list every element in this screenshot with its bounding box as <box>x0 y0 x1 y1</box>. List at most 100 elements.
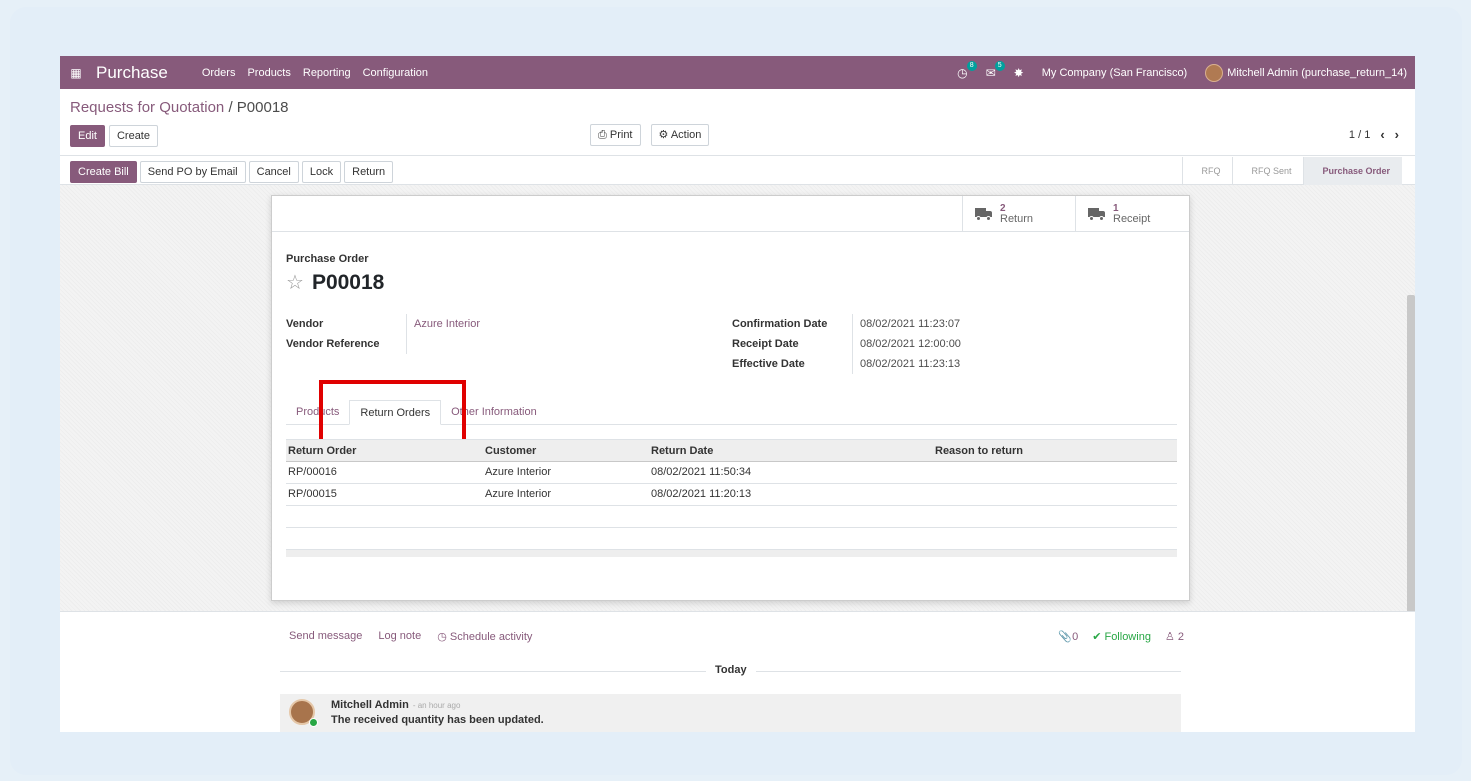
receipt-label: Receipt <box>1113 212 1151 225</box>
activity-clock-icon[interactable]: ◷ 8 <box>957 60 977 80</box>
vendor-value[interactable]: Azure Interior <box>406 314 480 334</box>
breadcrumb: Requests for Quotation / P00018 <box>70 99 289 116</box>
action-button[interactable]: ⚙ Action <box>650 124 710 146</box>
breadcrumb-current: P00018 <box>236 99 289 116</box>
breadcrumb-parent-link[interactable]: Requests for Quotation <box>70 99 224 116</box>
table-footer <box>286 550 1177 557</box>
effective-date-label: Effective Date <box>732 358 805 370</box>
column-header-reason[interactable]: Reason to return <box>935 440 1177 461</box>
app-name[interactable]: Purchase <box>96 63 168 83</box>
menu-configuration[interactable]: Configuration <box>363 67 428 79</box>
chatter-topbar: Send message Log note ◷ Schedule activit… <box>289 630 532 643</box>
check-icon: ✔ <box>1092 631 1102 643</box>
column-header-return-date[interactable]: Return Date <box>651 440 935 461</box>
create-button[interactable]: Create <box>108 125 158 147</box>
form-sheet: 2 Return 1 Receipt Purchase Order ☆ P00018… <box>271 195 1190 601</box>
confirmation-date-value: 08/02/2021 11:23:07 <box>852 314 960 334</box>
user-menu[interactable]: Mitchell Admin (purchase_return_14) <box>1205 63 1407 82</box>
followers-button[interactable]: ♙ 2 <box>1165 630 1184 643</box>
smart-button-box: 2 Return 1 Receipt <box>272 196 1189 232</box>
user-name: Mitchell Admin (purchase_return_14) <box>1227 66 1407 79</box>
document-type-label: Purchase Order <box>286 253 369 265</box>
form-content: 2 Return 1 Receipt Purchase Order ☆ P00018… <box>60 185 1415 710</box>
edit-button[interactable]: Edit <box>70 125 105 147</box>
schedule-activity-button[interactable]: ◷ Schedule activity <box>437 630 532 643</box>
cell-reason <box>935 484 1177 505</box>
receipt-smart-button[interactable]: 1 Receipt <box>1075 196 1189 231</box>
receipt-date-field: Receipt Date 08/02/2021 12:00:00 <box>732 334 961 354</box>
main-menu: Orders Products Reporting Configuration <box>202 67 428 79</box>
menu-reporting[interactable]: Reporting <box>303 67 351 79</box>
systray: ◷ 8 ✉ 5 ✸ My Company (San Francisco) Mitch… <box>957 60 1415 82</box>
return-smart-button[interactable]: 2 Return <box>962 196 1076 231</box>
action-buttons: ⎙ Print ⚙ Action <box>590 124 710 146</box>
truck-icon <box>975 207 993 221</box>
stage-rfq: RFQ <box>1182 157 1232 185</box>
confirmation-date-field: Confirmation Date 08/02/2021 11:23:07 <box>732 314 960 334</box>
star-icon[interactable]: ☆ <box>286 270 304 295</box>
vendor-reference-value <box>406 334 414 354</box>
stage-purchase-order: Purchase Order <box>1303 157 1402 185</box>
chatter: Send message Log note ◷ Schedule activit… <box>60 611 1415 732</box>
following-button[interactable]: ✔ Following <box>1092 630 1151 643</box>
author-name[interactable]: Mitchell Admin <box>331 699 409 711</box>
vendor-label: Vendor <box>286 318 324 330</box>
action-label: Action <box>670 129 702 141</box>
menu-orders[interactable]: Orders <box>202 67 236 79</box>
apps-menu-icon[interactable]: ▦ <box>66 66 86 80</box>
status-bar: Create Bill Send PO by Email Cancel Lock… <box>60 157 1415 185</box>
pager: 1 / 1 ‹ › <box>1349 127 1399 142</box>
cell-return-date: 08/02/2021 11:20:13 <box>651 488 752 500</box>
column-header-return-order[interactable]: Return Order <box>286 440 485 461</box>
chatter-message: Mitchell Admin - an hour ago The received… <box>280 694 1181 732</box>
menu-products[interactable]: Products <box>247 67 290 79</box>
table-row[interactable]: RP/00015 Azure Interior 08/02/2021 11:20… <box>286 484 1177 506</box>
cell-return-order: RP/00015 <box>288 488 337 500</box>
online-status-icon <box>309 718 318 727</box>
header-buttons: Create Bill Send PO by Email Cancel Lock… <box>70 161 394 183</box>
message-time: - an hour ago <box>412 701 461 710</box>
debug-bug-icon[interactable]: ✸ <box>1014 66 1024 80</box>
send-message-button[interactable]: Send message <box>289 630 362 643</box>
paperclip-icon: 📎 <box>1058 631 1073 643</box>
print-button[interactable]: ⎙ Print <box>590 124 641 146</box>
pager-next-icon[interactable]: › <box>1395 127 1399 142</box>
table-empty-row <box>286 506 1177 528</box>
form-buttons: Edit Create <box>70 125 158 147</box>
lock-button[interactable]: Lock <box>301 161 342 183</box>
printer-icon: ⎙ <box>598 129 607 141</box>
vendor-reference-label: Vendor Reference <box>286 338 380 350</box>
message-count-badge: 5 <box>994 60 1005 71</box>
cell-return-order: RP/00016 <box>288 466 337 478</box>
cell-reason <box>935 462 1177 483</box>
log-note-button[interactable]: Log note <box>378 630 421 643</box>
column-header-customer[interactable]: Customer <box>485 440 651 461</box>
pager-previous-icon[interactable]: ‹ <box>1380 127 1384 142</box>
receipt-date-label: Receipt Date <box>732 338 799 350</box>
return-button[interactable]: Return <box>344 161 394 183</box>
attachments-button[interactable]: 📎0 <box>1058 630 1078 643</box>
create-bill-button[interactable]: Create Bill <box>70 161 137 183</box>
return-label: Return <box>1000 212 1034 225</box>
gear-icon: ⚙ <box>658 129 669 141</box>
return-count: 2 <box>1000 202 1006 214</box>
print-label: Print <box>609 129 633 141</box>
date-separator-label: Today <box>706 664 756 676</box>
top-navbar: ▦ Purchase Orders Products Reporting Con… <box>60 56 1415 89</box>
message-body: The received quantity has been updated. <box>331 714 544 726</box>
document-title: ☆ P00018 <box>286 270 384 295</box>
pager-value[interactable]: 1 / 1 <box>1349 129 1370 142</box>
cancel-button[interactable]: Cancel <box>248 161 299 183</box>
messaging-chat-icon[interactable]: ✉ 5 <box>986 60 1005 80</box>
table-empty-row <box>286 528 1177 550</box>
send-po-email-button[interactable]: Send PO by Email <box>139 161 246 183</box>
vendor-reference-field: Vendor Reference <box>286 334 414 354</box>
breadcrumb-separator: / <box>228 99 233 116</box>
clock-icon: ◷ <box>437 631 447 643</box>
vendor-field: Vendor Azure Interior <box>286 314 480 334</box>
company-switcher[interactable]: My Company (San Francisco) <box>1042 67 1188 79</box>
user-icon: ♙ <box>1164 631 1175 643</box>
chatter-followers: 📎0 ✔ Following ♙ 2 <box>1058 630 1184 643</box>
confirmation-date-label: Confirmation Date <box>732 318 828 330</box>
table-row[interactable]: RP/00016 Azure Interior 08/02/2021 11:50… <box>286 462 1177 484</box>
